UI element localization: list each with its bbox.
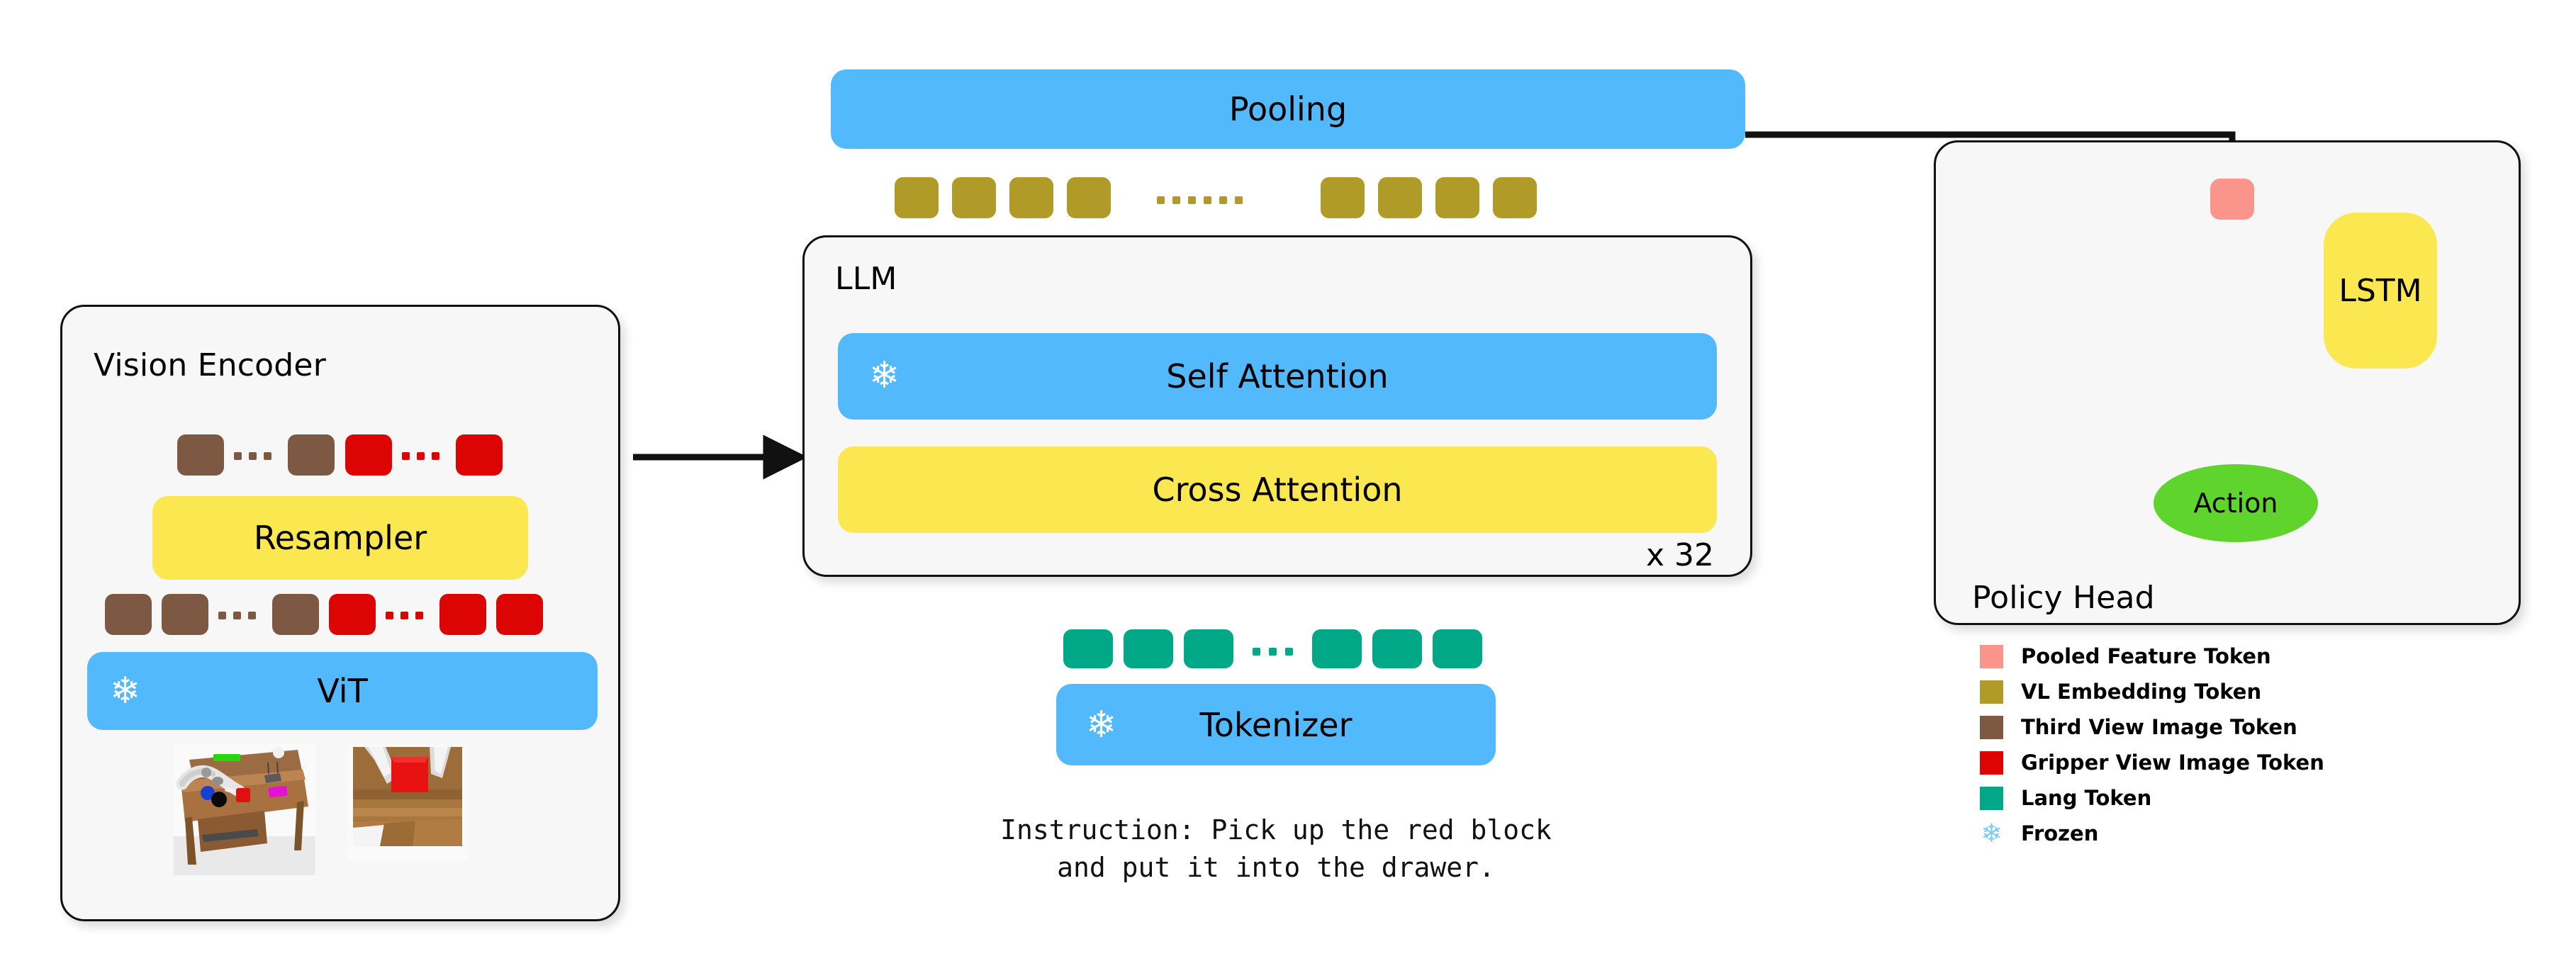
legend-item: Pooled Feature Token bbox=[1980, 641, 2519, 671]
legend-item: Lang Token bbox=[1980, 783, 2519, 813]
snowflake-icon: ❄ bbox=[869, 354, 900, 397]
third-view-token bbox=[105, 594, 152, 635]
llm-title: LLM bbox=[835, 261, 897, 297]
third-view-token bbox=[272, 594, 319, 635]
gripper-view-scene-image bbox=[347, 744, 468, 861]
tokenizer-block: ❄ Tokenizer bbox=[1056, 684, 1496, 765]
lang-token bbox=[1063, 629, 1113, 668]
third-view-token-ellipsis bbox=[234, 452, 271, 460]
instruction-line-2: and put it into the drawer. bbox=[1057, 852, 1495, 883]
legend-label: Gripper View Image Token bbox=[2021, 751, 2324, 775]
llm-repeat-label: x 32 bbox=[1646, 537, 1715, 573]
lstm-label: LSTM bbox=[2339, 272, 2422, 309]
gripper-view-token-ellipsis bbox=[402, 452, 439, 460]
lang-token bbox=[1372, 629, 1422, 668]
pooling-label: Pooling bbox=[1228, 90, 1348, 128]
instruction-line-1: Instruction: Pick up the red block bbox=[1000, 814, 1552, 845]
vl-embedding-token-ellipsis bbox=[1157, 196, 1243, 204]
vl-embedding-token bbox=[1378, 177, 1422, 218]
vl-embedding-token bbox=[1067, 177, 1111, 218]
frozen-icon: ❄ bbox=[1981, 819, 2003, 848]
vl-embedding-token-swatch bbox=[1980, 680, 2003, 704]
legend-item: VL Embedding Token bbox=[1980, 677, 2519, 707]
pooling-block: Pooling bbox=[831, 69, 1745, 149]
third-view-token-ellipsis bbox=[218, 612, 256, 619]
self-attention-block: ❄ Self Attention bbox=[838, 333, 1717, 420]
cross-attention-label: Cross Attention bbox=[1152, 471, 1403, 509]
legend-label: Frozen bbox=[2021, 821, 2099, 845]
vl-embedding-token bbox=[895, 177, 939, 218]
legend-item: Third View Image Token bbox=[1980, 712, 2519, 742]
lstm-block: LSTM bbox=[2324, 213, 2437, 369]
gripper-view-token bbox=[496, 594, 543, 635]
gripper-view-token bbox=[345, 434, 392, 476]
cross-attention-block: Cross Attention bbox=[838, 446, 1717, 533]
policy-head-title: Policy Head bbox=[1972, 580, 2155, 616]
lang-token bbox=[1124, 629, 1173, 668]
lang-token bbox=[1433, 629, 1482, 668]
legend-item: Gripper View Image Token bbox=[1980, 748, 2519, 777]
architecture-diagram: Vision Encoder Resampler ❄ ViT Pooling L… bbox=[0, 0, 2576, 978]
lang-token bbox=[1184, 629, 1233, 668]
vl-embedding-token bbox=[1493, 177, 1537, 218]
legend-item: ❄ Frozen bbox=[1980, 819, 2519, 848]
snowflake-icon: ❄ bbox=[110, 670, 141, 712]
legend-label: Third View Image Token bbox=[2021, 715, 2297, 739]
third-view-token bbox=[288, 434, 335, 476]
legend-label: Lang Token bbox=[2021, 786, 2152, 810]
third-view-scene-image bbox=[174, 744, 315, 875]
pooled-feature-token bbox=[2210, 179, 2254, 220]
vl-embedding-token bbox=[1435, 177, 1479, 218]
vision-encoder-title: Vision Encoder bbox=[94, 347, 326, 383]
resampler-block: Resampler bbox=[152, 496, 528, 580]
legend: Pooled Feature Token VL Embedding Token … bbox=[1980, 641, 2519, 854]
action-node: Action bbox=[2154, 464, 2318, 542]
vl-embedding-token bbox=[1009, 177, 1053, 218]
pooled-feature-token-swatch bbox=[1980, 644, 2003, 668]
vit-block: ❄ ViT bbox=[87, 652, 598, 730]
gripper-view-token bbox=[439, 594, 486, 635]
third-view-token bbox=[162, 594, 208, 635]
tokenizer-label: Tokenizer bbox=[1199, 705, 1353, 744]
gripper-view-token-ellipsis bbox=[386, 612, 423, 619]
third-view-token bbox=[177, 434, 224, 476]
resampler-label: Resampler bbox=[253, 519, 427, 557]
action-label: Action bbox=[2193, 488, 2278, 519]
lang-token bbox=[1312, 629, 1362, 668]
gripper-view-image-token-swatch bbox=[1980, 751, 2003, 775]
legend-label: Pooled Feature Token bbox=[2021, 644, 2271, 668]
vit-label: ViT bbox=[317, 672, 368, 710]
vl-embedding-token bbox=[952, 177, 996, 218]
third-view-image-token-swatch bbox=[1980, 715, 2003, 739]
gripper-view-token bbox=[456, 434, 503, 476]
legend-label: VL Embedding Token bbox=[2021, 680, 2262, 704]
gripper-view-token bbox=[329, 594, 376, 635]
self-attention-label: Self Attention bbox=[1166, 357, 1389, 395]
lang-token-ellipsis bbox=[1253, 648, 1293, 656]
snowflake-icon: ❄ bbox=[1086, 704, 1117, 746]
lang-token-swatch bbox=[1980, 786, 2003, 810]
vl-embedding-token bbox=[1321, 177, 1365, 218]
